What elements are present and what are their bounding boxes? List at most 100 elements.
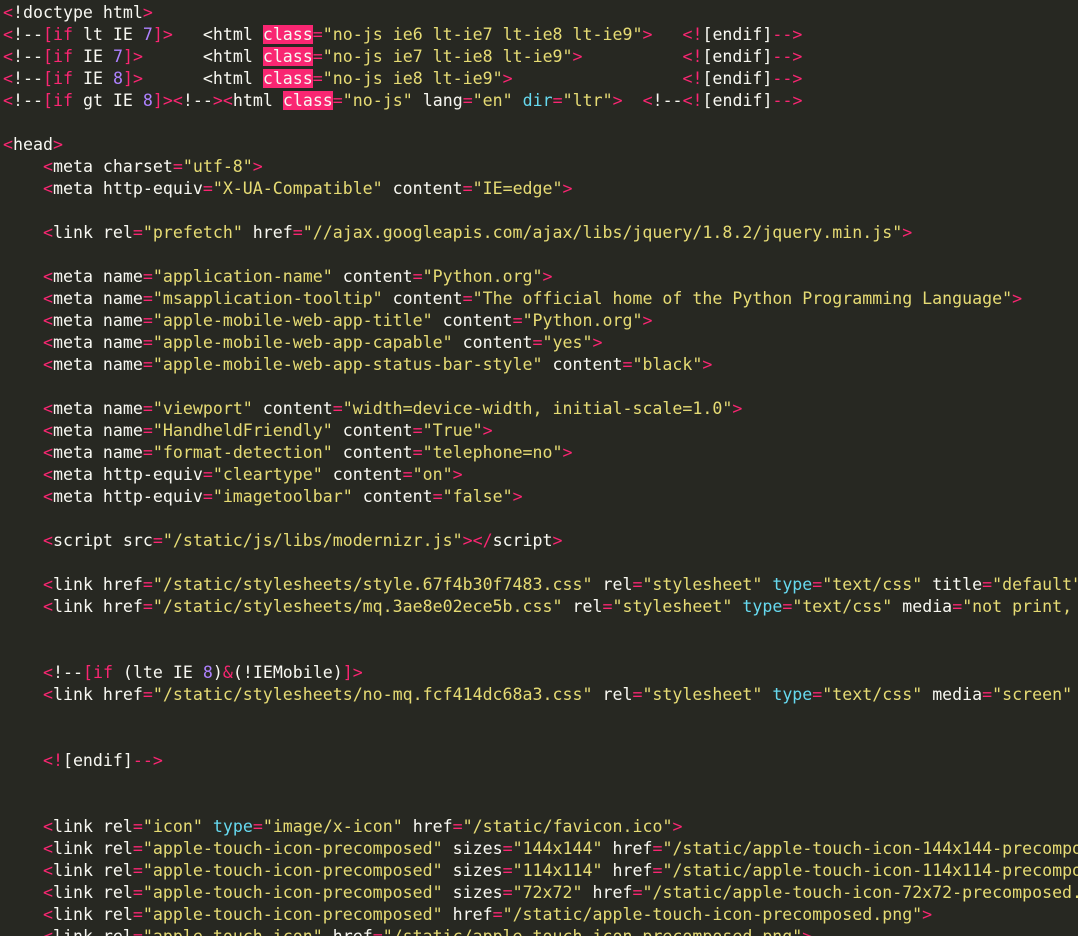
code-line[interactable]: <link rel="apple-touch-icon" href="/stat… bbox=[3, 926, 1078, 936]
code-token: !-- bbox=[652, 91, 683, 110]
code-token: "/static/apple-touch-icon-precomposed.pn… bbox=[502, 905, 923, 924]
code-token: > bbox=[132, 47, 143, 66]
code-line[interactable] bbox=[3, 200, 1078, 222]
code-token: = bbox=[622, 355, 633, 374]
code-token: < bbox=[42, 355, 53, 374]
code-line[interactable]: <meta name="msapplication-tooltip" conte… bbox=[3, 288, 1078, 310]
code-line[interactable]: <meta name="HandheldFriendly" content="T… bbox=[3, 420, 1078, 442]
code-token: content bbox=[332, 443, 413, 462]
code-token: = bbox=[142, 399, 153, 418]
code-token: "/static/apple-touch-icon-72x72-precompo… bbox=[642, 883, 1078, 902]
code-token: = bbox=[452, 817, 463, 836]
code-line[interactable]: <meta name="format-detection" content="t… bbox=[3, 442, 1078, 464]
code-token: (!IEMobile) bbox=[232, 663, 343, 682]
code-line[interactable]: <meta http-equiv="X-UA-Compatible" conte… bbox=[3, 178, 1078, 200]
code-view[interactable]: <!doctype html> <!--[if lt IE 7]> <html c… bbox=[3, 2, 1078, 936]
code-token: = bbox=[132, 839, 143, 858]
code-token: "default" bbox=[992, 575, 1078, 594]
code-line[interactable]: <head> bbox=[3, 134, 1078, 156]
code-token: link href bbox=[52, 575, 143, 594]
code-token: < bbox=[43, 927, 53, 936]
code-token: link rel bbox=[52, 817, 133, 836]
code-line[interactable]: <meta name="apple-mobile-web-app-capable… bbox=[3, 332, 1078, 354]
code-editor[interactable]: <!doctype html> <!--[if lt IE 7]> <html c… bbox=[0, 0, 1078, 936]
code-line[interactable]: <!doctype html> bbox=[3, 2, 1078, 24]
code-token: = bbox=[412, 421, 423, 440]
code-token: = bbox=[502, 883, 513, 902]
code-line[interactable] bbox=[3, 618, 1078, 640]
code-token: "apple-touch-icon" bbox=[143, 927, 323, 936]
code-line[interactable] bbox=[3, 640, 1078, 662]
code-token: = bbox=[202, 179, 213, 198]
code-line[interactable]: <!--[if (lte IE 8)&(!IEMobile)]> bbox=[3, 662, 1078, 684]
code-token: meta name bbox=[52, 289, 143, 308]
code-token: "144x144" bbox=[512, 839, 603, 858]
code-line[interactable]: <!--[if lt IE 7]> <html class="no-js ie6… bbox=[3, 24, 1078, 46]
code-line[interactable]: <!--[if gt IE 8]><!--><html class="no-js… bbox=[3, 90, 1078, 112]
code-token: meta name bbox=[52, 399, 143, 418]
code-token: content bbox=[352, 487, 433, 506]
code-line[interactable]: <link rel="apple-touch-icon-precomposed"… bbox=[3, 860, 1078, 882]
code-line[interactable]: <link rel="apple-touch-icon-precomposed"… bbox=[3, 838, 1078, 860]
code-line[interactable] bbox=[3, 794, 1078, 816]
code-line[interactable]: <link rel="prefetch" href="//ajax.google… bbox=[3, 222, 1078, 244]
code-token: "no-js" bbox=[342, 91, 413, 110]
code-line[interactable]: <meta name="apple-mobile-web-app-title" … bbox=[3, 310, 1078, 332]
code-line[interactable] bbox=[3, 508, 1078, 530]
code-token: "/static/stylesheets/no-mq.fcf414dc68a3.… bbox=[152, 685, 593, 704]
code-token: = bbox=[332, 399, 343, 418]
code-token: (lte IE bbox=[112, 663, 203, 682]
code-line[interactable] bbox=[3, 376, 1078, 398]
code-line[interactable]: <link rel="apple-touch-icon-precomposed"… bbox=[3, 904, 1078, 926]
code-line[interactable]: <![endif]--> bbox=[3, 750, 1078, 772]
code-line[interactable] bbox=[3, 244, 1078, 266]
code-line[interactable] bbox=[3, 552, 1078, 574]
code-line[interactable]: <meta http-equiv="cleartype" content="on… bbox=[3, 464, 1078, 486]
code-line[interactable]: <meta charset="utf-8"> bbox=[3, 156, 1078, 178]
code-line[interactable]: <!--[if IE 8]> <html class="no-js ie8 lt… bbox=[3, 68, 1078, 90]
code-line[interactable]: <link href="/static/stylesheets/style.67… bbox=[3, 574, 1078, 596]
code-token: script bbox=[492, 531, 553, 550]
code-token: content bbox=[542, 355, 623, 374]
code-token: > bbox=[562, 443, 573, 462]
code-token: "/static/stylesheets/style.67f4b30f7483.… bbox=[152, 575, 593, 594]
code-token: = bbox=[202, 487, 213, 506]
code-line[interactable]: <link rel="icon" type="image/x-icon" hre… bbox=[3, 816, 1078, 838]
code-line[interactable] bbox=[3, 112, 1078, 134]
code-line[interactable]: <meta http-equiv="imagetoolbar" content=… bbox=[3, 486, 1078, 508]
code-token: html bbox=[232, 91, 283, 110]
code-token: "no-js ie8 lt-ie9" bbox=[322, 69, 503, 88]
code-token: </ bbox=[472, 531, 493, 550]
code-line[interactable]: <script src="/static/js/libs/modernizr.j… bbox=[3, 530, 1078, 552]
code-line[interactable]: <link rel="apple-touch-icon-precomposed"… bbox=[3, 882, 1078, 904]
code-token: < bbox=[42, 289, 53, 308]
code-token: --> bbox=[772, 91, 803, 110]
code-line[interactable]: <link href="/static/stylesheets/no-mq.fc… bbox=[3, 684, 1078, 706]
code-token: "apple-mobile-web-app-capable" bbox=[152, 333, 453, 352]
code-token: > bbox=[162, 91, 173, 110]
code-token: = bbox=[462, 91, 473, 110]
code-token: link href bbox=[52, 597, 143, 616]
code-line[interactable]: <meta name="viewport" content="width=dev… bbox=[3, 398, 1078, 420]
code-line[interactable]: <meta name="application-name" content="P… bbox=[3, 266, 1078, 288]
code-token: = bbox=[132, 817, 143, 836]
code-token: = bbox=[142, 597, 153, 616]
code-token: > bbox=[252, 157, 263, 176]
code-line[interactable] bbox=[3, 706, 1078, 728]
code-token: > bbox=[922, 905, 933, 924]
code-token: < bbox=[42, 883, 53, 902]
code-token: "stylesheet" bbox=[642, 575, 763, 594]
code-line[interactable] bbox=[3, 728, 1078, 750]
code-line[interactable]: <meta name="apple-mobile-web-app-status-… bbox=[3, 354, 1078, 376]
code-line[interactable]: <!--[if IE 7]> <html class="no-js ie7 lt… bbox=[3, 46, 1078, 68]
code-line[interactable] bbox=[3, 772, 1078, 794]
code-line[interactable]: <link href="/static/stylesheets/mq.3ae8e… bbox=[3, 596, 1078, 618]
code-token: < bbox=[3, 91, 13, 110]
